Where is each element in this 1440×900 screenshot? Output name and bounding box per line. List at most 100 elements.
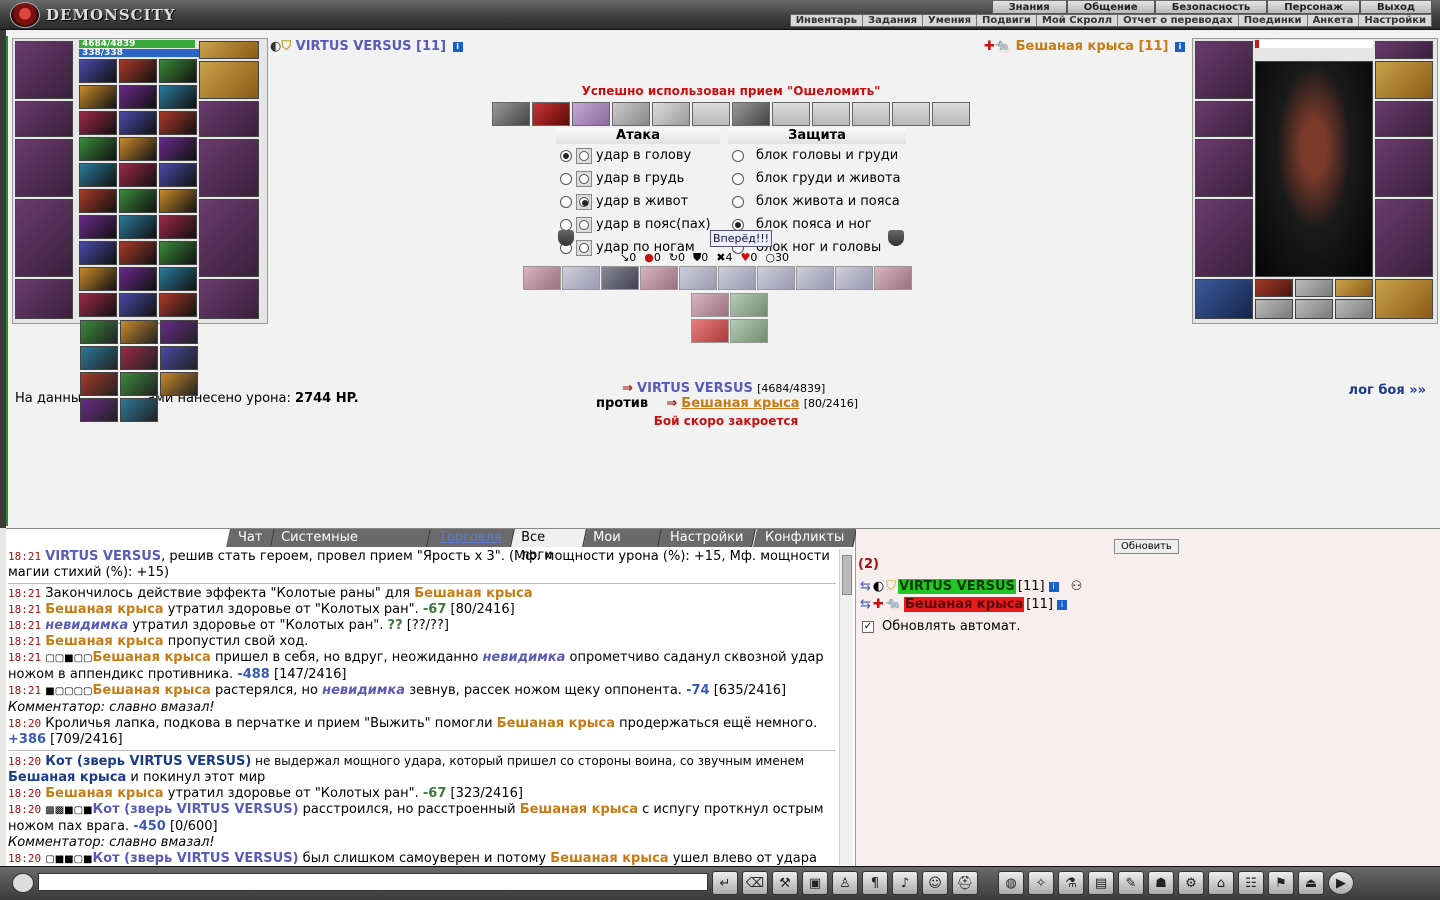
trick-slot-5[interactable] [652, 102, 690, 126]
player-skill-slot[interactable] [159, 267, 197, 291]
tab-trade[interactable]: Торговля [427, 529, 515, 547]
enemy-helmet-slot[interactable] [1195, 41, 1253, 99]
attack-zone-toggle[interactable] [576, 147, 592, 164]
attack-zone-radio[interactable] [579, 196, 589, 207]
player-skill-slot[interactable] [119, 59, 157, 83]
player-belt-item[interactable] [80, 320, 118, 344]
trick-slot-2[interactable] [532, 102, 570, 126]
player-skill-slot[interactable] [159, 189, 197, 213]
bag-icon[interactable]: ◍ [998, 871, 1024, 895]
add-friend-icon[interactable]: ⚇ [1071, 579, 1083, 594]
player-skill-slot[interactable] [79, 85, 117, 109]
player-skill-slot[interactable] [79, 293, 117, 317]
player-skill-slot[interactable] [79, 189, 117, 213]
player-weapon-slot[interactable] [15, 139, 73, 197]
menu-exit[interactable]: Выход [1359, 1, 1432, 14]
attack-zone-toggle[interactable] [576, 239, 592, 256]
player-skill-slot[interactable] [159, 59, 197, 83]
tab-conflicts[interactable]: Конфликты [752, 529, 857, 547]
attack-option[interactable]: удар в голову [556, 144, 720, 167]
log-scrollbar[interactable] [839, 549, 853, 865]
trick-slot-7[interactable] [732, 102, 770, 126]
enemy-armor-slot[interactable] [1195, 199, 1253, 277]
submenu-profile[interactable]: Анкета [1308, 15, 1360, 26]
hammer-icon[interactable]: ⚒ [772, 871, 798, 895]
enemy-gloves-slot[interactable] [1375, 101, 1433, 137]
effect-slot-9[interactable] [835, 266, 873, 290]
player-amulet-slot[interactable] [199, 41, 259, 59]
player-helmet-slot[interactable] [15, 41, 73, 99]
house-icon[interactable]: ⌂ [1208, 871, 1234, 895]
effect-slot-1[interactable] [523, 266, 561, 290]
player-skill-slot[interactable] [119, 111, 157, 135]
player-bracer-slot[interactable] [15, 101, 73, 137]
shield-right-icon[interactable] [888, 230, 904, 246]
play-icon[interactable]: ▶ [1328, 871, 1354, 895]
player-skill-slot[interactable] [79, 59, 117, 83]
player-skill-slot[interactable] [119, 85, 157, 109]
enemy-item-slot-2[interactable] [1295, 279, 1333, 297]
trick-slot-10[interactable] [852, 102, 890, 126]
tab-chat[interactable]: Чат [226, 529, 276, 547]
player-skill-slot[interactable] [79, 137, 117, 161]
player-offhand-slot[interactable] [199, 139, 259, 197]
player-legs-slot[interactable] [199, 199, 259, 277]
enemy-belt-slot[interactable] [1195, 279, 1253, 319]
player-belt-item[interactable] [120, 346, 158, 370]
chest-icon[interactable]: ▤ [1088, 871, 1114, 895]
player-belt-item[interactable] [120, 320, 158, 344]
eraser-icon[interactable]: ⌫ [742, 871, 768, 895]
player-skill-slot[interactable] [119, 163, 157, 187]
player-skill-slot[interactable] [119, 267, 157, 291]
defense-radio[interactable] [732, 149, 744, 162]
tab-my-logs[interactable]: Мои логи [583, 529, 663, 563]
enemy-empty-slot-2[interactable] [1295, 299, 1333, 319]
trick-slot-8[interactable] [772, 102, 810, 126]
player-boots-slot[interactable] [199, 279, 259, 319]
gear-icon[interactable]: ⚙ [1178, 871, 1204, 895]
refresh-button[interactable]: Обновить [1114, 539, 1179, 554]
player-skill-slot[interactable] [159, 163, 197, 187]
menu-security[interactable]: Безопасность [1154, 1, 1268, 14]
effect-slot-2[interactable] [562, 266, 600, 290]
submenu-skills[interactable]: Умения [923, 15, 978, 26]
menu-knowledge[interactable]: Знания [991, 1, 1067, 14]
menu-communication[interactable]: Общение [1066, 1, 1155, 14]
player-belt-item[interactable] [80, 398, 118, 422]
logo[interactable]: DEMONSCITY [10, 2, 175, 28]
attack-zone-toggle[interactable] [576, 170, 592, 187]
potion-icon[interactable]: ⚗ [1058, 871, 1084, 895]
effect-slot-6[interactable] [718, 266, 756, 290]
translit-icon[interactable]: ¶ [862, 871, 888, 895]
player-gloves-slot[interactable] [199, 101, 259, 137]
player-name[interactable]: VIRTUS VERSUS [296, 39, 412, 54]
player-skill-slot[interactable] [119, 189, 157, 213]
transfer-icon[interactable]: ⇆ [860, 579, 871, 594]
enemy-item-slot-3[interactable] [1335, 279, 1373, 297]
enemy-name[interactable]: Бешаная крыса [1016, 39, 1134, 54]
vs-enemy-name[interactable]: Бешаная крыса [681, 396, 799, 411]
menu-character[interactable]: Персонаж [1267, 1, 1360, 14]
player-skill-slot[interactable] [159, 215, 197, 239]
player-belt-item[interactable] [120, 372, 158, 396]
effect-slot-14[interactable] [730, 319, 768, 343]
player-skill-slot[interactable] [79, 215, 117, 239]
tab-all-logs[interactable]: Все логи [510, 529, 587, 563]
effect-slot-7[interactable] [757, 266, 795, 290]
trick-slot-11[interactable] [892, 102, 930, 126]
player-skill-slot[interactable] [159, 111, 197, 135]
tab-settings[interactable]: Настройки [658, 529, 757, 547]
player-belt-item[interactable] [160, 320, 198, 344]
tab-system[interactable]: Системные сообщения [271, 529, 432, 563]
attack-option[interactable]: удар в пояс(пах) [556, 213, 720, 236]
scroll-icon[interactable]: ✎ [1118, 871, 1144, 895]
effect-slot-12[interactable] [730, 293, 768, 317]
submenu-duels[interactable]: Поединки [1239, 15, 1308, 26]
attack-radio[interactable] [560, 149, 572, 162]
attack-zone-radio[interactable] [579, 242, 589, 253]
submenu-my-scroll[interactable]: Мой Скролл [1037, 15, 1119, 26]
player-rings-slot[interactable] [199, 61, 259, 99]
effect-slot-10[interactable] [874, 266, 912, 290]
send-icon[interactable]: ↵ [712, 871, 738, 895]
player-skill-slot[interactable] [79, 111, 117, 135]
